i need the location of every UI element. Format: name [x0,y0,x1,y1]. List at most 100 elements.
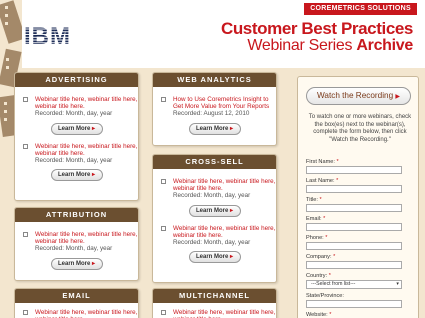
first-name-label-text: First Name: [306,159,335,165]
ibm-logo-text: IBM [24,24,71,46]
email-label: Email: * [306,216,325,222]
webinar-item: Webinar title here, webinar title here, … [153,225,276,247]
country-select-value: ---Select from list--- [311,281,356,287]
email-field[interactable] [306,223,402,231]
watch-recording-button[interactable]: Watch the Recording ▶ [306,87,411,105]
page-header: IBM COREMETRICS SOLUTIONS Customer Best … [0,0,425,150]
webinar-checkbox[interactable] [23,232,28,237]
webinar-checkbox[interactable] [161,225,166,231]
panel-multichannel: MULTICHANNEL Webinar title here, webinar… [152,288,277,318]
arrow-right-icon: ▸ [230,207,234,214]
panel-attribution: ATTRIBUTION Webinar title here, webinar … [14,207,139,281]
webinar-title: Webinar title here, webinar title here, … [173,224,276,239]
required-mark: * [319,197,322,203]
title-label: Title: * [306,197,322,203]
webinar-title: Webinar title here, webinar title here, … [35,309,138,318]
required-mark: * [329,312,332,318]
required-mark: * [333,254,336,260]
required-mark: * [325,235,328,241]
webinar-date: Recorded: Month, day, year [173,192,251,200]
panel-title: ATTRIBUTION [15,208,138,222]
learn-more-button[interactable]: Learn More ▸ [50,122,103,135]
webinar-item: Webinar title here, webinar title here, … [153,309,276,318]
arrow-right-icon: ▸ [92,125,96,132]
country-label-text: Country: [306,273,328,279]
page-title: Customer Best Practices [220,19,413,38]
registration-form: Watch the Recording ▶ To watch one or mo… [297,76,419,318]
arrow-right-icon: ▸ [92,172,96,179]
last-name-field[interactable] [306,185,402,193]
webinar-item: Webinar title here, webinar title here, … [153,178,276,200]
webinar-title: Webinar title here, webinar title here, … [173,178,276,193]
subtitle-prefix: Webinar Series [247,37,357,54]
company-label: Company: * [306,254,335,260]
required-mark: * [323,216,326,222]
learn-more-button[interactable]: Learn More ▸ [188,204,241,217]
arrow-right-icon: ▸ [92,260,96,267]
webinar-item: Webinar title here, webinar title here, … [15,96,138,118]
learn-more-label: Learn More [195,125,229,132]
last-name-label-text: Last Name: [306,178,335,184]
learn-more-button[interactable]: Learn More ▸ [188,251,241,264]
webinar-checkbox[interactable] [161,97,166,102]
panel-cross-sell: CROSS-SELL Webinar title here, webinar t… [152,154,277,283]
company-field[interactable] [306,261,402,269]
phone-label-text: Phone: [306,235,324,241]
solutions-badge: COREMETRICS SOLUTIONS [304,3,417,15]
panel-advertising: ADVERTISING Webinar title here, webinar … [14,72,139,201]
webinar-title: Webinar title here, webinar title here, … [35,142,138,157]
learn-more-button[interactable]: Learn More ▸ [188,122,241,135]
webinar-item: Webinar title here, webinar title here, … [15,143,138,165]
required-mark: * [336,178,339,184]
webinar-checkbox[interactable] [23,310,28,315]
state-label-text: State/Province: [306,293,344,299]
learn-more-button[interactable]: Learn More ▸ [50,169,103,182]
webinar-date: Recorded: August 12, 2010 [173,110,250,118]
country-select[interactable]: ---Select from list--- ▾ [306,280,402,289]
ibm-logo: IBM [24,24,71,46]
webinar-checkbox[interactable] [23,143,28,149]
arrow-right-icon: ▸ [230,125,234,132]
website-label: Website: * [306,312,331,318]
company-label-text: Company: [306,254,332,260]
webinar-checkbox[interactable] [23,97,28,102]
subtitle-bold: Archive [356,37,413,54]
phone-field[interactable] [306,242,402,250]
webinar-checkbox[interactable] [161,310,166,315]
panel-title: MULTICHANNEL [153,289,276,303]
form-instructions: To watch one or more webinars, check the… [308,114,412,143]
webinar-title: Webinar title here, webinar title here, … [35,231,138,246]
panel-title: WEB ANALYTICS [153,73,276,87]
webinar-date: Recorded: Month, day, year [35,157,113,165]
webinar-date: Recorded: Month, day, year [35,245,113,253]
website-label-text: Website: [306,312,328,318]
panel-title: CROSS-SELL [153,155,276,169]
watch-recording-label: Watch the Recording [316,91,394,100]
last-name-label: Last Name: * [306,178,338,184]
webinar-item: Webinar title here, webinar title here, … [15,309,138,318]
first-name-label: First Name: * [306,159,339,165]
panel-title: ADVERTISING [15,73,138,87]
webinar-checkbox[interactable] [161,179,166,184]
panel-email: EMAIL Webinar title here, webinar title … [14,288,139,318]
title-field[interactable] [306,204,402,212]
webinar-item: Webinar title here, webinar title here, … [15,231,138,253]
phone-label: Phone: * [306,235,327,241]
required-mark: * [328,273,331,279]
webinar-date: Recorded: Month, day, year [35,110,113,118]
email-label-text: Email: [306,216,322,222]
state-field[interactable] [306,300,402,308]
learn-more-label: Learn More [57,125,91,132]
country-label: Country: * [306,273,331,279]
title-label-text: Title: [306,197,318,203]
learn-more-button[interactable]: Learn More ▸ [50,257,103,270]
chevron-down-icon: ▾ [396,281,399,287]
learn-more-label: Learn More [57,172,91,179]
webinar-item: How to Use Coremetrics Insight to Get Mo… [153,96,276,118]
panel-web-analytics: WEB ANALYTICS How to Use Coremetrics Ins… [152,72,277,146]
arrow-right-icon: ▸ [230,254,234,261]
webinar-date: Recorded: Month, day, year [173,239,251,247]
webinar-title: Webinar title here, webinar title here, … [173,309,276,318]
arrow-right-icon: ▶ [395,94,401,100]
first-name-field[interactable] [306,166,402,174]
